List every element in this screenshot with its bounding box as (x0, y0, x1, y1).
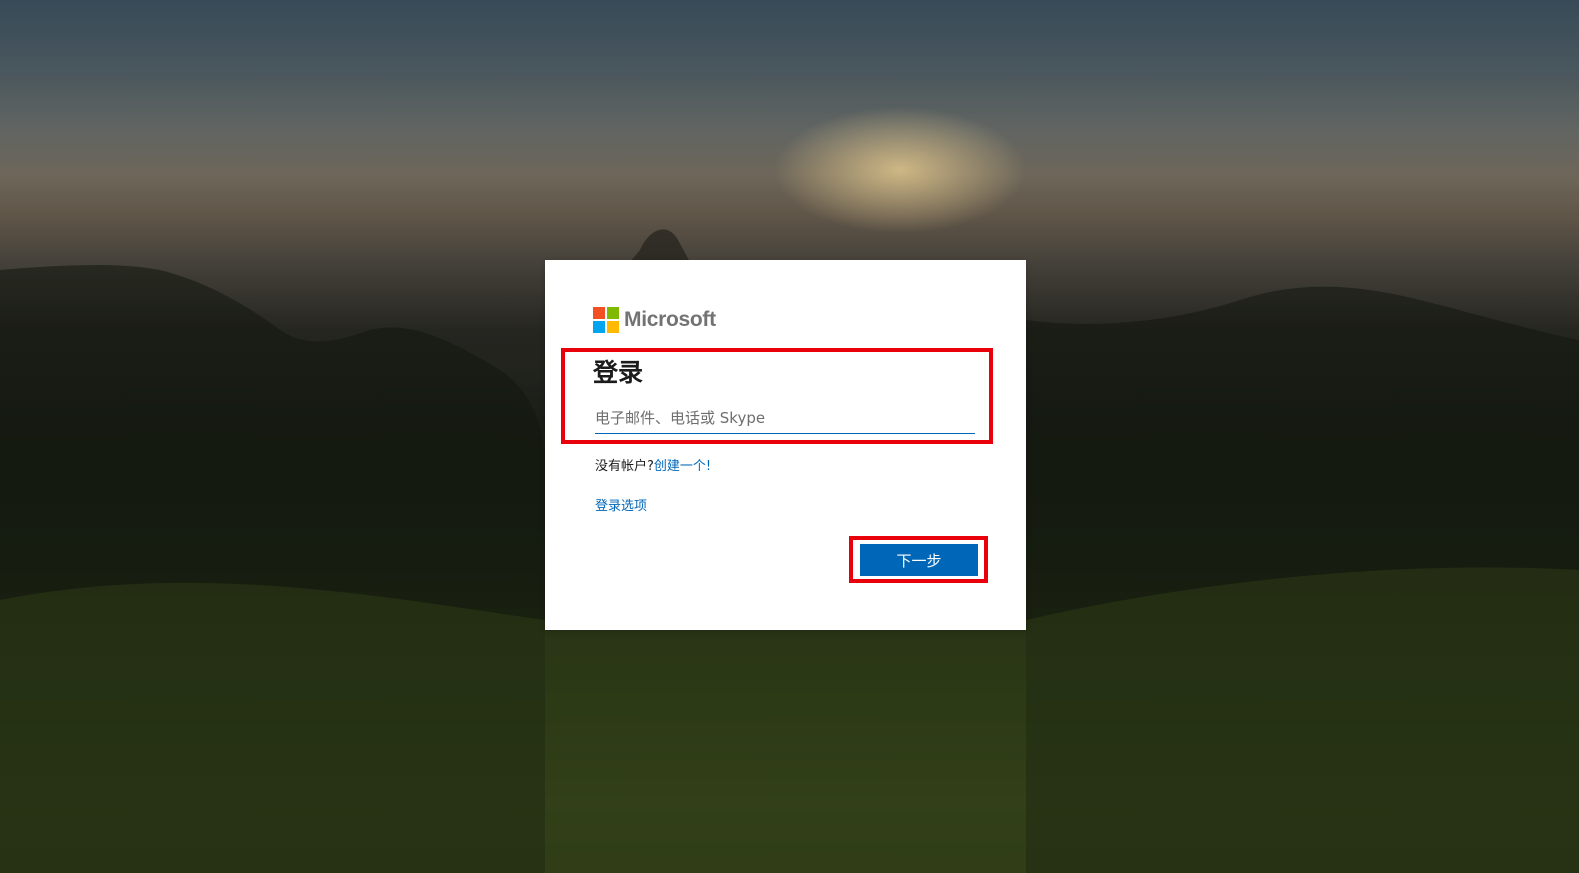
email-field[interactable] (595, 403, 975, 434)
next-button[interactable]: 下一步 (860, 544, 978, 576)
microsoft-logo-icon (593, 307, 619, 333)
no-account-prompt: 没有帐户?创建一个! (595, 455, 711, 474)
page-title: 登录 (593, 358, 644, 387)
no-account-text: 没有帐户? (595, 459, 654, 474)
signin-card: Microsoft 登录 没有帐户?创建一个! 登录选项 下一步 (545, 260, 1026, 630)
signin-options-link[interactable]: 登录选项 (595, 499, 647, 514)
logo-wordmark: Microsoft (624, 308, 716, 331)
logo-square-green (607, 307, 619, 319)
microsoft-logo: Microsoft (593, 307, 716, 333)
logo-square-red (593, 307, 605, 319)
logo-square-yellow (607, 321, 619, 333)
signin-options-row: 登录选项 (595, 495, 647, 514)
create-account-link[interactable]: 创建一个! (654, 459, 711, 474)
logo-square-blue (593, 321, 605, 333)
